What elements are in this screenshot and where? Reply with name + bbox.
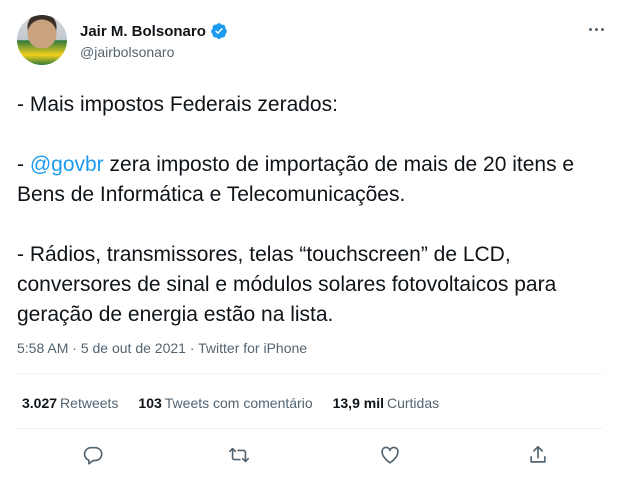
quotes-count: 103: [138, 395, 162, 411]
quote-tweets-stat[interactable]: 103 Tweets com comentário: [138, 395, 312, 411]
tweet-paragraph-2: - @govbr zera imposto de importação de m…: [17, 150, 607, 210]
likes-label: Curtidas: [386, 395, 440, 411]
tweet-stats: 3.027 Retweets 103 Tweets com comentário 1…: [22, 395, 459, 411]
divider: [17, 373, 603, 374]
tweet-date[interactable]: 5 de out de 2021: [81, 340, 186, 356]
verified-badge-icon: [210, 23, 227, 39]
author-name-row[interactable]: Jair M. Bolsonaro: [80, 22, 228, 40]
retweets-count: 3.027: [22, 395, 58, 411]
more-icon[interactable]: [584, 20, 608, 38]
reply-icon: [83, 446, 103, 465]
share-button[interactable]: [525, 442, 551, 468]
meta-separator: ·: [185, 340, 199, 356]
likes-stat[interactable]: 13,9 mil Curtidas: [333, 395, 440, 411]
tweet-card: Jair M. Bolsonaro @jairbolsonaro - Mais …: [0, 0, 620, 480]
display-name[interactable]: Jair M. Bolsonaro: [80, 23, 206, 40]
retweets-stat[interactable]: 3.027 Retweets: [22, 395, 118, 411]
action-bar: [0, 440, 620, 472]
like-icon: [381, 446, 399, 464]
retweet-icon: [229, 447, 249, 463]
mention-link[interactable]: @govbr: [30, 153, 104, 176]
avatar[interactable]: [17, 15, 67, 65]
divider: [17, 428, 603, 429]
share-icon: [530, 445, 546, 463]
tweet-source[interactable]: Twitter for iPhone: [198, 340, 307, 356]
quotes-label: Tweets com comentário: [164, 395, 313, 411]
tweet-time[interactable]: 5:58 AM: [17, 340, 68, 356]
tweet-meta: 5:58 AM · 5 de out de 2021 · Twitter for…: [17, 340, 307, 356]
reply-button[interactable]: [80, 442, 106, 468]
tweet-paragraph-1: - Mais impostos Federais zerados:: [17, 93, 338, 116]
likes-count: 13,9 mil: [332, 395, 384, 411]
user-handle[interactable]: @jairbolsonaro: [80, 44, 174, 60]
tweet-paragraph-2-prefix: -: [17, 153, 30, 176]
retweets-label: Retweets: [60, 395, 119, 411]
meta-separator: ·: [68, 340, 81, 356]
tweet-paragraph-3: - Rádios, transmissores, telas “touchscr…: [17, 243, 557, 326]
retweet-button[interactable]: [226, 442, 252, 468]
like-button[interactable]: [377, 442, 403, 468]
tweet-text: - Mais impostos Federais zerados: - @gov…: [17, 90, 607, 330]
